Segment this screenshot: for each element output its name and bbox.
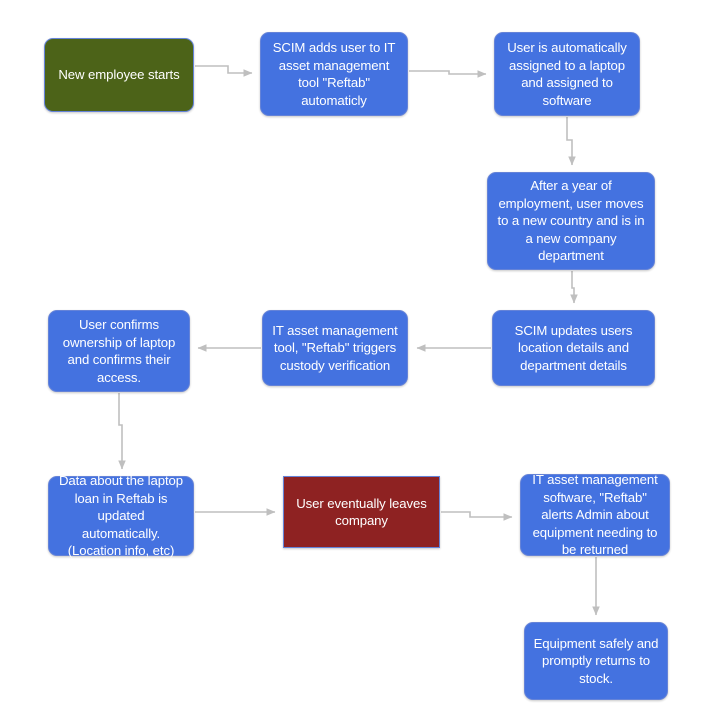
node-scim-adds-user[interactable]: SCIM adds user to IT asset management to… <box>260 32 408 116</box>
node-after-a-year[interactable]: After a year of employment, user moves t… <box>487 172 655 270</box>
node-new-employee-starts[interactable]: New employee starts <box>44 38 194 112</box>
edge-scim-adds-to-user-assigned <box>409 70 487 78</box>
node-label: After a year of employment, user moves t… <box>497 178 645 264</box>
edge-user-assigned-to-after-a-year <box>566 117 576 166</box>
edge-user-leaves-to-reftab-alerts <box>441 511 513 521</box>
node-scim-updates-users[interactable]: SCIM updates users location details and … <box>492 310 655 386</box>
flowchart-canvas: New employee starts SCIM adds user to IT… <box>0 0 720 715</box>
edge-new-employee-to-scim-adds <box>195 65 253 77</box>
node-laptop-loan-data-updated[interactable]: Data about the laptop loan in Reftab is … <box>48 473 194 558</box>
node-label: IT asset management software, "Reftab" a… <box>532 472 658 558</box>
node-reftab-alerts-admin[interactable]: IT asset management software, "Reftab" a… <box>520 472 670 558</box>
node-label: SCIM updates users location details and … <box>514 322 633 373</box>
node-label: IT asset management tool, "Reftab" trigg… <box>272 322 398 373</box>
edge-user-confirms-to-loan-data <box>118 393 126 470</box>
node-reftab-triggers-custody[interactable]: IT asset management tool, "Reftab" trigg… <box>262 310 408 386</box>
node-label: SCIM adds user to IT asset management to… <box>272 40 396 108</box>
node-label: User confirms ownership of laptop and co… <box>62 317 176 385</box>
node-label: New employee starts <box>58 67 180 83</box>
node-user-confirms-ownership[interactable]: User confirms ownership of laptop and co… <box>48 310 190 392</box>
node-user-leaves-company[interactable]: User eventually leaves company <box>283 476 440 548</box>
node-label: Data about the laptop loan in Reftab is … <box>58 473 183 559</box>
edge-after-a-year-to-scim-updates <box>570 271 578 304</box>
node-label: Equipment safely and promptly returns to… <box>533 635 659 686</box>
node-equipment-returns-to-stock[interactable]: Equipment safely and promptly returns to… <box>524 622 668 700</box>
node-label: User eventually leaves company <box>296 495 427 529</box>
node-user-assigned-laptop[interactable]: User is automatically assigned to a lapt… <box>494 32 640 116</box>
node-label: User is automatically assigned to a lapt… <box>507 40 627 108</box>
